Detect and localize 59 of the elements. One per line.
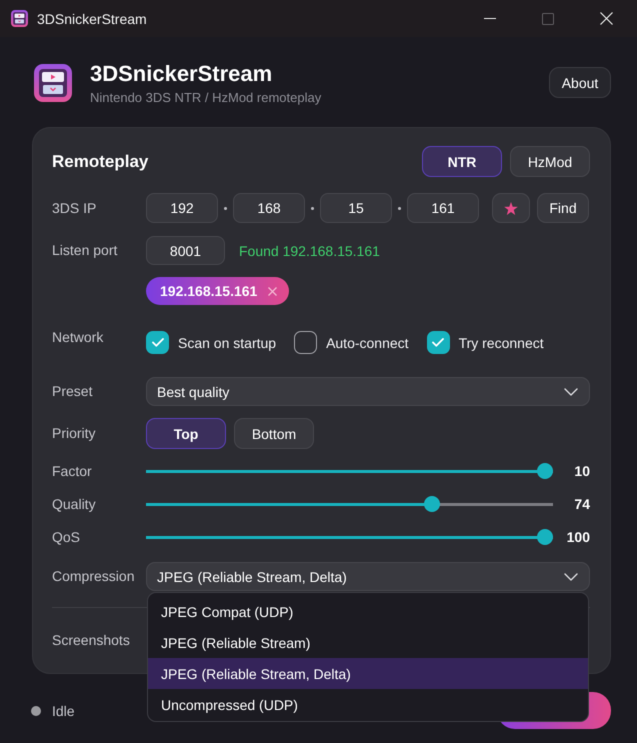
checkbox-label[interactable]: Try reconnect [458, 334, 544, 350]
menu-option[interactable]: JPEG (Reliable Stream, Delta) [148, 658, 588, 689]
field-label: Priority [52, 425, 97, 442]
menu-option[interactable]: JPEG Compat (UDP) [148, 596, 588, 627]
priority-toggle[interactable]: Bottom [234, 418, 314, 449]
maximize-icon[interactable] [542, 12, 554, 24]
app-subtitle: Nintendo 3DS NTR / HzMod remoteplay [90, 90, 322, 106]
field-label: Factor [52, 462, 93, 480]
port-field[interactable]: 8001 [146, 236, 225, 265]
find-button[interactable]: Find [537, 193, 589, 223]
field-label: 3DS IP [52, 200, 98, 216]
field-label: Quality [52, 496, 97, 512]
star-icon [504, 202, 518, 214]
check-icon [152, 338, 164, 347]
chevron-down-icon [564, 388, 578, 396]
status-dot-icon [31, 706, 41, 716]
ip-field[interactable]: 168 [233, 193, 305, 223]
check-icon [432, 338, 444, 347]
separator-dot-icon [398, 206, 401, 210]
field-label: Listen port [52, 242, 118, 259]
field-label: Network [52, 329, 104, 346]
preset-select[interactable]: Best quality [146, 377, 590, 406]
ip-field[interactable]: 192 [146, 193, 218, 223]
chevron-down-icon [564, 572, 578, 580]
slider-thumb[interactable] [537, 529, 553, 545]
field-label: Screenshots [52, 632, 131, 648]
app-title: 3DSnickerStream [90, 62, 274, 86]
ip-chip[interactable]: 192.168.15.161 [146, 277, 290, 305]
checkbox[interactable] [146, 331, 169, 354]
field-label: QoS [52, 528, 82, 546]
about-button[interactable]: About [549, 67, 611, 98]
ip-field[interactable]: 15 [320, 193, 392, 223]
menu-option[interactable]: JPEG (Reliable Stream) [148, 627, 588, 658]
ip-field[interactable]: 161 [407, 193, 479, 223]
field-label: Preset [52, 383, 94, 400]
priority-toggle[interactable]: Top [146, 418, 226, 449]
separator-dot-icon [311, 206, 314, 210]
section-title: Remoteplay [52, 152, 148, 172]
app-icon [34, 64, 72, 102]
checkbox[interactable] [426, 331, 450, 354]
slider-value: 74 [574, 496, 590, 512]
field-label: Compression [52, 568, 136, 585]
slider-thumb[interactable] [537, 463, 553, 479]
menu-option[interactable]: Uncompressed (UDP) [148, 689, 588, 720]
status-text: Idle [52, 702, 75, 718]
favorite-button[interactable] [492, 193, 530, 223]
window-title: 3DSnickerStream [37, 10, 147, 26]
slider-value: 100 [566, 529, 590, 545]
status-message: Found 192.168.15.161 [239, 242, 380, 258]
slider-value: 10 [574, 463, 590, 479]
separator-dot-icon [224, 206, 227, 210]
checkbox[interactable] [294, 331, 318, 354]
checkbox-label[interactable]: Scan on startup [178, 334, 276, 350]
app-icon [11, 10, 28, 27]
checkbox-label[interactable]: Auto-connect [326, 334, 409, 350]
mode-tab[interactable]: HzMod [510, 146, 590, 177]
mode-tab[interactable]: NTR [422, 146, 502, 177]
minimize-icon[interactable] [484, 18, 496, 20]
compression-select[interactable]: JPEG (Reliable Stream, Delta) [146, 562, 590, 591]
